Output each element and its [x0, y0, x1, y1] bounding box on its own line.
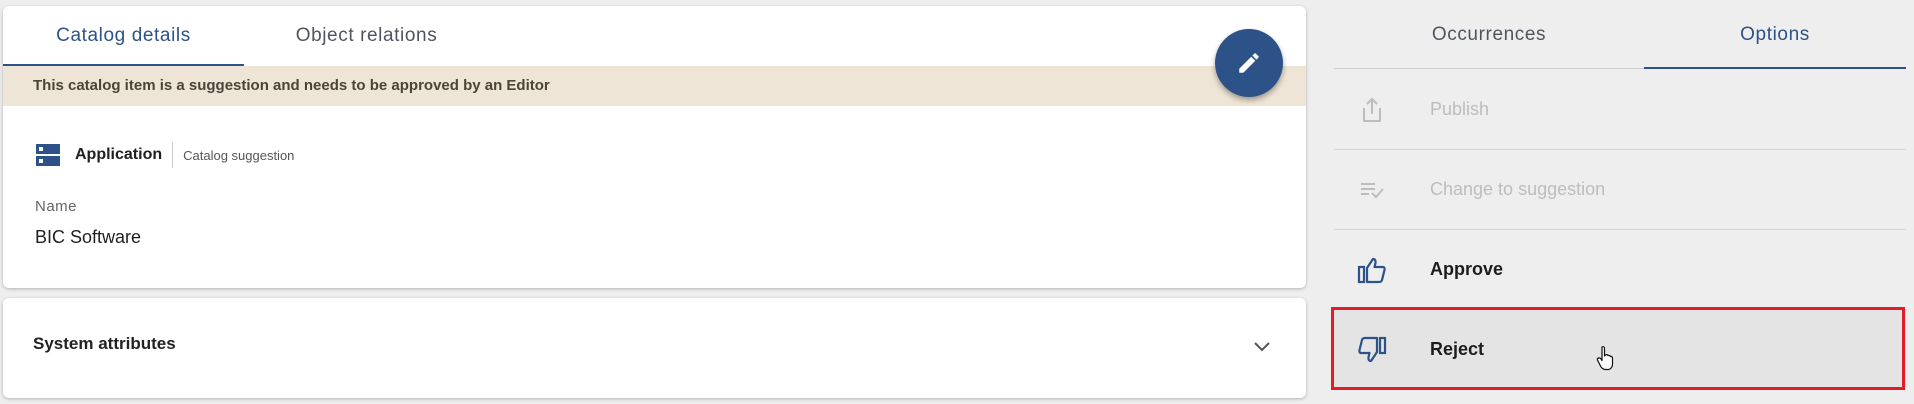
- options-panel: Occurrences Options Publish Change to su…: [1331, 0, 1909, 404]
- publish-option[interactable]: Publish: [1334, 70, 1906, 150]
- thumbs-up-icon: [1356, 254, 1388, 286]
- chevron-down-icon[interactable]: [1253, 341, 1271, 353]
- suggestion-banner: This catalog item is a suggestion and ne…: [3, 66, 1306, 106]
- change-to-suggestion-option[interactable]: Change to suggestion: [1334, 150, 1906, 230]
- approve-option[interactable]: Approve: [1334, 230, 1906, 310]
- edit-button[interactable]: [1215, 29, 1283, 97]
- item-status-label: Catalog suggestion: [183, 147, 295, 163]
- share-upload-icon: [1356, 94, 1388, 126]
- system-attributes-title: System attributes: [33, 334, 176, 353]
- suggestion-banner-text: This catalog item is a suggestion and ne…: [33, 77, 550, 94]
- application-server-icon: [36, 144, 60, 166]
- item-type-row: Application Catalog suggestion: [35, 138, 294, 172]
- pencil-icon: [1239, 53, 1259, 73]
- item-type-label: Application: [75, 142, 174, 168]
- tab-occurrences[interactable]: Occurrences: [1334, 0, 1644, 68]
- tab-catalog-details[interactable]: Catalog details: [3, 6, 244, 66]
- list-check-icon: [1356, 174, 1388, 206]
- publish-label: Publish: [1430, 99, 1490, 119]
- tab-object-relations[interactable]: Object relations: [244, 6, 489, 66]
- catalog-details-card: Catalog details Object relations This ca…: [3, 6, 1306, 288]
- tab-options[interactable]: Options: [1644, 0, 1906, 68]
- approve-label: Approve: [1430, 259, 1504, 279]
- name-field-value: BIC Software: [35, 227, 142, 247]
- system-attributes-panel[interactable]: System attributes: [3, 298, 1306, 398]
- reject-highlight-box: [1331, 307, 1905, 390]
- active-tab-indicator: [1644, 67, 1906, 69]
- name-field-label: Name: [35, 198, 78, 215]
- change-to-suggestion-label: Change to suggestion: [1430, 179, 1606, 199]
- left-tab-bar: Catalog details Object relations: [3, 6, 1306, 66]
